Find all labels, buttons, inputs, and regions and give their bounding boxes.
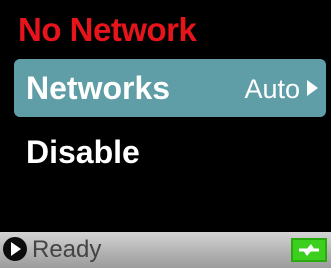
menu-item-value: Auto [244, 74, 300, 104]
arrow-right-icon [307, 80, 318, 96]
play-circle-icon [3, 237, 27, 261]
charging-plug-icon [291, 238, 327, 262]
page-title: No Network [18, 11, 197, 48]
menu-item-label: Networks [26, 70, 171, 106]
menu-item-label: Disable [26, 134, 140, 170]
menu-item-networks[interactable]: Networks Auto [14, 59, 326, 117]
menu-item-disable[interactable]: Disable [14, 123, 326, 181]
device-screen: No Network Networks Auto Disable Ready [0, 0, 331, 268]
status-text: Ready [32, 236, 102, 263]
status-bar: Ready [0, 232, 331, 268]
